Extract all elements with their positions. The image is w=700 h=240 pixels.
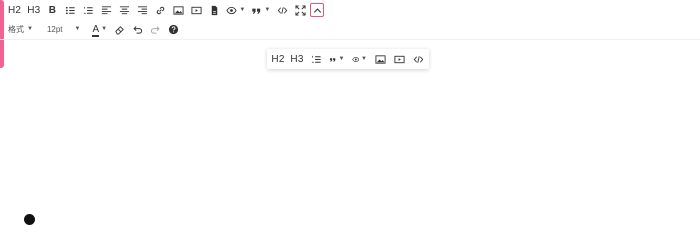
chevron-down-icon: ▼ xyxy=(27,26,33,32)
align-right-icon xyxy=(137,5,147,14)
fullscreen-button[interactable] xyxy=(292,2,308,18)
undo-icon xyxy=(133,25,142,34)
eye-icon xyxy=(226,6,237,14)
font-size-value: 12pt xyxy=(46,24,63,34)
unordered-list-icon xyxy=(65,6,75,14)
chevron-down-icon: ▼ xyxy=(239,7,246,13)
align-center-button[interactable] xyxy=(116,2,132,18)
floating-toolbar: H2 H3 ▼ ▼ xyxy=(267,49,429,69)
code-icon xyxy=(277,6,288,14)
font-color-dropdown[interactable]: A ▼ xyxy=(90,21,109,37)
redo-button[interactable] xyxy=(147,21,163,37)
align-center-icon xyxy=(119,5,129,14)
heading-2-button[interactable]: H2 xyxy=(6,2,23,18)
float-code-button[interactable] xyxy=(410,51,426,67)
float-quote-dropdown[interactable]: ▼ xyxy=(327,51,347,67)
image-icon xyxy=(374,54,386,64)
ordered-list-button[interactable] xyxy=(80,2,96,18)
float-heading-2-button[interactable]: H2 xyxy=(270,51,286,67)
file-button[interactable] xyxy=(206,2,222,18)
font-color-icon: A xyxy=(92,23,100,37)
mouse-cursor xyxy=(24,214,35,225)
font-size-select[interactable]: 12pt ▼ xyxy=(45,22,83,36)
toolbar-row-2: 格式 ▼ 12pt ▼ A ▼ xyxy=(6,20,181,38)
link-icon xyxy=(156,6,165,14)
font-color-bar xyxy=(92,34,100,37)
image-icon xyxy=(173,5,184,15)
clear-format-button[interactable] xyxy=(111,21,127,37)
font-color-letter: A xyxy=(92,23,100,35)
format-select[interactable]: 格式 ▼ xyxy=(6,22,35,36)
chevron-up-icon xyxy=(313,7,321,13)
align-right-button[interactable] xyxy=(134,2,150,18)
chevron-down-icon: ▼ xyxy=(361,56,367,62)
bold-button[interactable]: B xyxy=(44,2,60,18)
file-icon xyxy=(211,5,218,15)
chevron-down-icon: ▼ xyxy=(74,26,81,32)
video-icon xyxy=(191,6,202,14)
redo-icon xyxy=(150,25,160,34)
video-icon xyxy=(393,55,405,63)
float-video-button[interactable] xyxy=(391,51,407,67)
float-preview-dropdown[interactable]: ▼ xyxy=(350,51,370,67)
ordered-list-icon xyxy=(311,55,321,63)
toolbar-divider xyxy=(0,39,700,40)
code-button[interactable] xyxy=(274,2,290,18)
float-image-button[interactable] xyxy=(372,51,388,67)
help-button[interactable] xyxy=(165,21,181,37)
quote-icon xyxy=(329,57,336,62)
image-button[interactable] xyxy=(170,2,186,18)
chevron-down-icon: ▼ xyxy=(264,7,271,13)
align-left-button[interactable] xyxy=(98,2,114,18)
preview-dropdown[interactable]: ▼ xyxy=(224,2,247,18)
undo-button[interactable] xyxy=(129,21,145,37)
collapse-toolbar-button[interactable] xyxy=(310,3,325,17)
unordered-list-button[interactable] xyxy=(62,2,78,18)
chevron-down-icon: ▼ xyxy=(338,56,345,62)
help-icon xyxy=(168,24,178,34)
link-button[interactable] xyxy=(152,2,168,18)
fullscreen-icon xyxy=(295,4,306,16)
quote-dropdown[interactable]: ▼ xyxy=(249,2,272,18)
eye-icon xyxy=(351,56,359,62)
float-list-button[interactable] xyxy=(308,51,324,67)
video-button[interactable] xyxy=(188,2,204,18)
accent-strip xyxy=(0,0,4,68)
chevron-down-icon: ▼ xyxy=(101,26,108,32)
format-select-value: 格式 xyxy=(8,24,24,34)
toolbar-row-1: H2 H3 B ▼ ▼ xyxy=(6,1,325,19)
eraser-icon xyxy=(114,25,124,35)
align-left-icon xyxy=(101,5,111,14)
ordered-list-icon xyxy=(83,6,93,14)
heading-3-button[interactable]: H3 xyxy=(25,2,42,18)
quote-icon xyxy=(252,8,261,14)
code-icon xyxy=(413,55,423,63)
float-heading-3-button[interactable]: H3 xyxy=(289,51,305,67)
